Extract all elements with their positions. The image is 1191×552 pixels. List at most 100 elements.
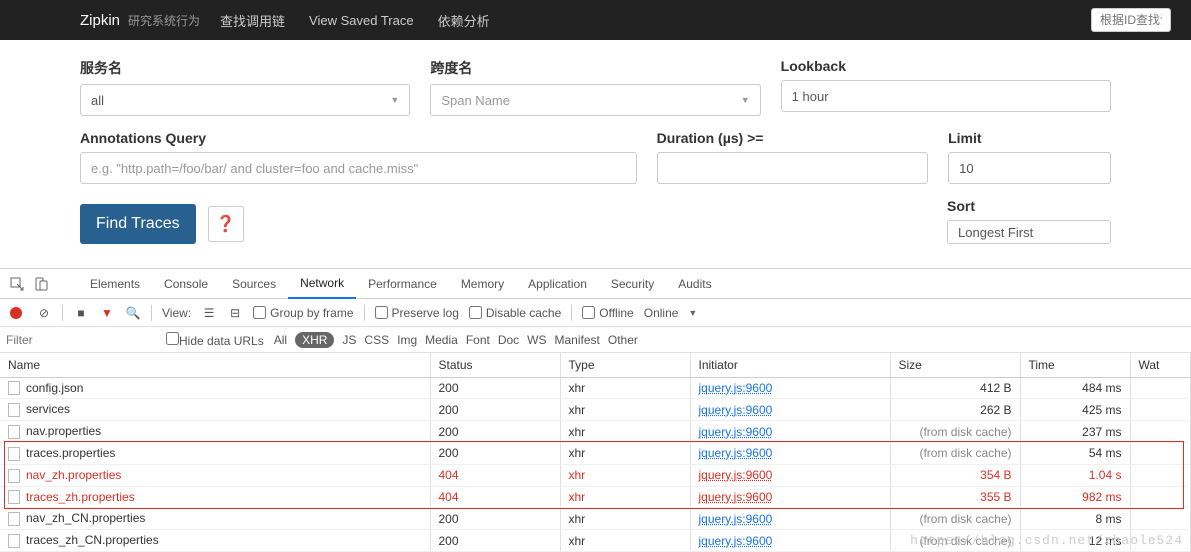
- lookback-select[interactable]: 1 hour: [781, 80, 1111, 112]
- initiator-link[interactable]: jquery.js:9600: [699, 403, 773, 417]
- request-row[interactable]: config.json200xhrjquery.js:9600412 B484 …: [0, 377, 1191, 399]
- initiator-link[interactable]: jquery.js:9600: [699, 512, 773, 526]
- throttle-select[interactable]: Online: [644, 306, 679, 320]
- devtools-tab-application[interactable]: Application: [516, 269, 599, 299]
- service-label: 服务名: [80, 58, 410, 78]
- filter-tag-xhr[interactable]: XHR: [295, 332, 334, 348]
- find-traces-button[interactable]: Find Traces: [80, 204, 196, 244]
- network-toolbar: ⊘ ■ ▼ 🔍 View: ☰ ⊟ Group by frame Preserv…: [0, 299, 1191, 327]
- devtools-tab-security[interactable]: Security: [599, 269, 666, 299]
- column-type[interactable]: Type: [560, 353, 690, 377]
- sort-value: Longest First: [958, 225, 1033, 240]
- column-name[interactable]: Name: [0, 353, 430, 377]
- filter-tag-ws[interactable]: WS: [527, 333, 546, 347]
- help-button[interactable]: ❓: [208, 206, 244, 242]
- request-row[interactable]: nav_zh_CN.properties200xhrjquery.js:9600…: [0, 508, 1191, 530]
- request-row[interactable]: traces_zh_CN.properties200xhrjquery.js:9…: [0, 530, 1191, 552]
- file-icon: [8, 490, 20, 504]
- devtools-tab-sources[interactable]: Sources: [220, 269, 288, 299]
- service-value: all: [91, 93, 104, 108]
- view-large-icon[interactable]: ☰: [201, 306, 217, 320]
- device-toggle-icon[interactable]: [30, 273, 52, 295]
- view-small-icon[interactable]: ⊟: [227, 306, 243, 320]
- file-icon: [8, 403, 20, 417]
- lookback-value: 1 hour: [792, 89, 829, 104]
- filter-tag-manifest[interactable]: Manifest: [555, 333, 600, 347]
- disable-cache-checkbox[interactable]: Disable cache: [469, 306, 561, 320]
- annotations-label: Annotations Query: [80, 130, 637, 146]
- span-placeholder: Span Name: [441, 93, 510, 108]
- file-icon: [8, 469, 20, 483]
- file-icon: [8, 425, 20, 439]
- filter-tag-js[interactable]: JS: [342, 333, 356, 347]
- limit-input[interactable]: [948, 152, 1111, 184]
- navbar: Zipkin 研究系统行为 查找调用链 View Saved Trace 依赖分…: [0, 0, 1191, 40]
- duration-input[interactable]: [657, 152, 929, 184]
- devtools-tabs: ElementsConsoleSourcesNetworkPerformance…: [0, 269, 1191, 299]
- network-table: NameStatusTypeInitiatorSizeTimeWat confi…: [0, 353, 1191, 552]
- column-wat[interactable]: Wat: [1130, 353, 1191, 377]
- nav-view-saved[interactable]: View Saved Trace: [309, 13, 414, 28]
- camera-icon[interactable]: ■: [73, 306, 89, 320]
- column-time[interactable]: Time: [1020, 353, 1130, 377]
- devtools-tab-audits[interactable]: Audits: [666, 269, 723, 299]
- filter-icon[interactable]: ▼: [99, 306, 115, 320]
- record-button[interactable]: [10, 307, 22, 319]
- brand-subtitle: 研究系统行为: [128, 12, 200, 29]
- duration-label: Duration (µs) >=: [657, 130, 929, 146]
- caret-down-icon: ▼: [741, 95, 750, 105]
- filter-tag-font[interactable]: Font: [466, 333, 490, 347]
- annotations-input[interactable]: [80, 152, 637, 184]
- search-form: 服务名 all ▼ 跨度名 Span Name ▼ Lookback 1 hou…: [0, 40, 1191, 268]
- column-initiator[interactable]: Initiator: [690, 353, 890, 377]
- limit-label: Limit: [948, 130, 1111, 146]
- hide-data-urls-checkbox[interactable]: Hide data URLs: [166, 332, 264, 348]
- request-row[interactable]: traces.properties200xhrjquery.js:9600(fr…: [0, 442, 1191, 464]
- span-label: 跨度名: [430, 58, 760, 78]
- search-icon[interactable]: 🔍: [125, 306, 141, 320]
- initiator-link[interactable]: jquery.js:9600: [699, 381, 773, 395]
- lookback-label: Lookback: [781, 58, 1111, 74]
- sort-label: Sort: [947, 198, 1111, 214]
- devtools-tab-memory[interactable]: Memory: [449, 269, 516, 299]
- filter-tag-all[interactable]: All: [274, 333, 287, 347]
- span-select[interactable]: Span Name ▼: [430, 84, 760, 116]
- request-row[interactable]: nav_zh.properties404xhrjquery.js:9600354…: [0, 464, 1191, 486]
- file-icon: [8, 512, 20, 526]
- brand[interactable]: Zipkin: [80, 12, 120, 29]
- devtools-tab-elements[interactable]: Elements: [78, 269, 152, 299]
- filter-tag-doc[interactable]: Doc: [498, 333, 519, 347]
- devtools-tab-performance[interactable]: Performance: [356, 269, 449, 299]
- sort-select[interactable]: Longest First: [947, 220, 1111, 244]
- service-select[interactable]: all ▼: [80, 84, 410, 116]
- clear-icon[interactable]: ⊘: [36, 306, 52, 320]
- inspect-icon[interactable]: [6, 273, 28, 295]
- caret-down-icon: ▼: [390, 95, 399, 105]
- initiator-link[interactable]: jquery.js:9600: [699, 490, 773, 504]
- group-by-frame-checkbox[interactable]: Group by frame: [253, 306, 353, 320]
- filter-tag-other[interactable]: Other: [608, 333, 638, 347]
- column-status[interactable]: Status: [430, 353, 560, 377]
- nav-find-traces[interactable]: 查找调用链: [220, 11, 285, 30]
- devtools-tab-console[interactable]: Console: [152, 269, 220, 299]
- caret-down-icon[interactable]: ▼: [688, 308, 697, 318]
- filter-tag-media[interactable]: Media: [425, 333, 458, 347]
- filter-input[interactable]: [6, 333, 156, 347]
- filter-tag-css[interactable]: CSS: [364, 333, 389, 347]
- nav-dependency[interactable]: 依赖分析: [438, 11, 490, 30]
- initiator-link[interactable]: jquery.js:9600: [699, 468, 773, 482]
- column-size[interactable]: Size: [890, 353, 1020, 377]
- request-row[interactable]: nav.properties200xhrjquery.js:9600(from …: [0, 421, 1191, 443]
- offline-checkbox[interactable]: Offline: [582, 306, 633, 320]
- request-row[interactable]: services200xhrjquery.js:9600262 B425 ms: [0, 399, 1191, 421]
- filter-tag-img[interactable]: Img: [397, 333, 417, 347]
- file-icon: [8, 381, 20, 395]
- initiator-link[interactable]: jquery.js:9600: [699, 534, 773, 548]
- devtools-panel: ElementsConsoleSourcesNetworkPerformance…: [0, 268, 1191, 552]
- initiator-link[interactable]: jquery.js:9600: [699, 425, 773, 439]
- initiator-link[interactable]: jquery.js:9600: [699, 446, 773, 460]
- devtools-tab-network[interactable]: Network: [288, 269, 356, 299]
- preserve-log-checkbox[interactable]: Preserve log: [375, 306, 459, 320]
- request-row[interactable]: traces_zh.properties404xhrjquery.js:9600…: [0, 486, 1191, 508]
- trace-id-search-input[interactable]: [1091, 8, 1171, 32]
